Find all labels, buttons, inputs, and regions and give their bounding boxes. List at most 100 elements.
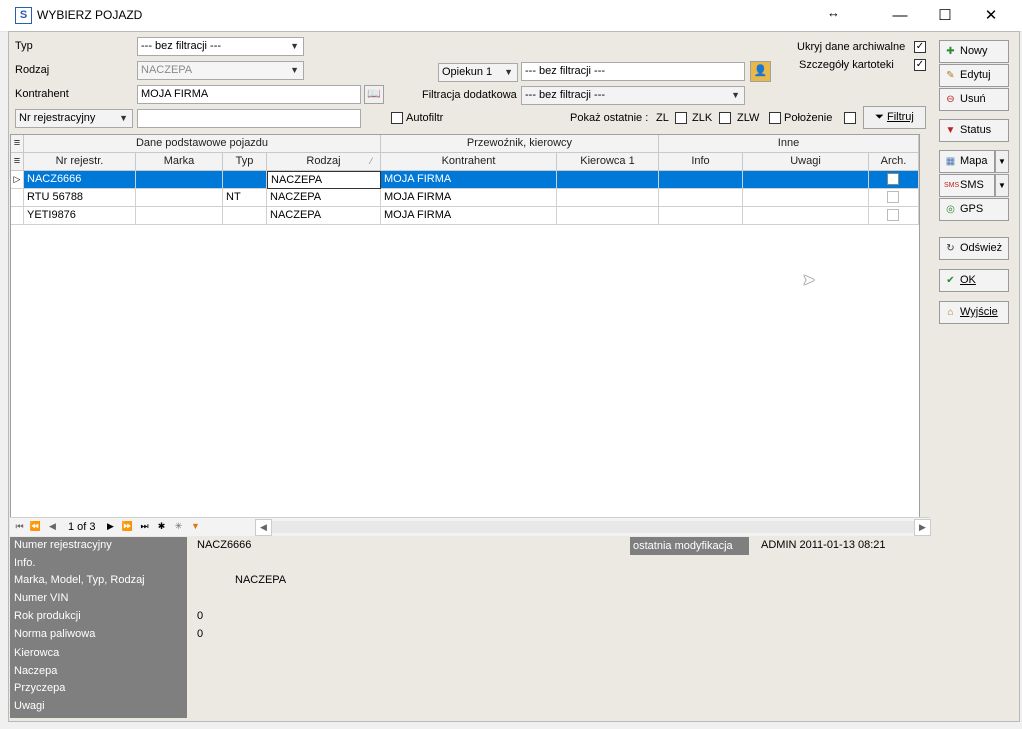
sms-dropdown-button[interactable]: ▼ [995, 174, 1009, 197]
table-cell[interactable] [743, 207, 869, 225]
mapa-dropdown-button[interactable]: ▼ [995, 150, 1009, 173]
maximize-button[interactable]: ☐ [922, 0, 968, 31]
table-row[interactable]: NACZ6666 [24, 171, 136, 189]
zl-checkbox[interactable] [675, 112, 687, 124]
typ-select-value: --- bez filtracji --- [141, 40, 222, 52]
gps-icon: ◎ [946, 204, 955, 215]
sms-button[interactable]: SMS SMS [939, 174, 995, 197]
table-cell[interactable]: MOJA FIRMA [381, 207, 557, 225]
polozenie-checkbox[interactable] [769, 112, 781, 124]
gps-button[interactable]: ◎ GPS [939, 198, 1009, 221]
table-cell[interactable] [136, 171, 223, 189]
nowy-button[interactable]: ✚ Nowy [939, 40, 1009, 63]
autofiltr-checkbox[interactable] [391, 112, 403, 124]
detail-label-przyczepa: Przyczepa [14, 682, 66, 694]
column-header-marka[interactable]: Marka [136, 153, 223, 171]
book-icon[interactable]: 📖 [364, 85, 384, 104]
odswiez-button[interactable]: ↻ Odśwież [939, 237, 1009, 260]
column-header-typ[interactable]: Typ [223, 153, 267, 171]
edytuj-label: Edytuj [960, 69, 991, 81]
next-page-icon[interactable]: ⏩ [120, 519, 135, 534]
pokaz-label: Pokaż ostatnie : [570, 112, 649, 124]
table-cell[interactable] [659, 171, 743, 189]
minimize-button[interactable]: — [877, 0, 923, 31]
horizontal-scrollbar[interactable] [272, 521, 914, 533]
table-row[interactable]: YETI9876 [24, 207, 136, 225]
szczegoly-label: Szczegóły kartoteki [799, 59, 894, 71]
chevron-down-icon: ▼ [290, 41, 299, 51]
next-record-icon[interactable]: ▶ [103, 519, 118, 534]
table-cell[interactable] [659, 207, 743, 225]
table-row[interactable]: RTU 56788 [24, 189, 136, 207]
prev-page-icon[interactable]: ⏪ [28, 519, 43, 534]
search-input[interactable] [137, 109, 361, 128]
ok-button[interactable]: ✔ OK [939, 269, 1009, 292]
mapa-label: Mapa [960, 155, 988, 167]
ok-label: OK [960, 274, 976, 286]
table-cell[interactable]: NACZEPA [267, 189, 381, 207]
delete-record-icon[interactable]: ✳ [171, 519, 186, 534]
table-cell[interactable] [869, 171, 919, 189]
status-icon: ▼ [945, 125, 956, 136]
opiekun-select[interactable]: Opiekun 1 ▼ [438, 63, 518, 82]
edytuj-button[interactable]: ✎ Edytuj [939, 64, 1009, 87]
zlk-checkbox[interactable] [719, 112, 731, 124]
column-header-uwagi[interactable]: Uwagi [743, 153, 869, 171]
column-header-nr[interactable]: Nr rejestr. [24, 153, 136, 171]
table-cell-focused[interactable]: NACZEPA [267, 171, 381, 189]
typ-select[interactable]: --- bez filtracji --- ▼ [137, 37, 304, 56]
scroll-right-button[interactable]: ▶ [914, 519, 931, 536]
column-chooser-icon[interactable]: ≡ [11, 153, 24, 171]
table-cell[interactable] [659, 189, 743, 207]
status-button[interactable]: ▼ Status [939, 119, 1009, 142]
table-cell[interactable] [743, 171, 869, 189]
usun-button[interactable]: ⊖ Usuń [939, 88, 1009, 111]
filter-icon[interactable]: ▼ [188, 519, 203, 534]
arch-checkbox[interactable] [887, 173, 899, 185]
szczegoly-checkbox[interactable]: ✓ [914, 59, 926, 71]
column-header-arch[interactable]: Arch. [869, 153, 919, 171]
arch-checkbox[interactable] [887, 209, 899, 221]
arch-checkbox[interactable] [887, 191, 899, 203]
table-cell[interactable] [136, 207, 223, 225]
close-button[interactable]: ✕ [968, 0, 1014, 31]
column-header-rodzaj[interactable]: Rodzaj ⁄ [267, 153, 381, 171]
column-header-kontrahent[interactable]: Kontrahent [381, 153, 557, 171]
group-header-corner-icon[interactable]: ≡ [11, 135, 24, 153]
table-cell[interactable]: NT [223, 189, 267, 207]
table-cell[interactable] [557, 189, 659, 207]
filtruj-button[interactable]: ⏷ Filtruj [863, 106, 926, 129]
table-cell[interactable] [557, 207, 659, 225]
first-page-icon[interactable]: ⏮ [12, 519, 27, 534]
group-header-carrier: Przewoźnik, kierowcy [381, 135, 659, 153]
opiekun-filter-input[interactable]: --- bez filtracji --- [521, 62, 745, 81]
person-icon[interactable]: 👤 [750, 61, 771, 82]
extra-checkbox[interactable] [844, 112, 856, 124]
last-page-icon[interactable]: ⏭ [137, 519, 152, 534]
insert-icon[interactable]: ✱ [154, 519, 169, 534]
column-header-kierowca[interactable]: Kierowca 1 [557, 153, 659, 171]
table-cell[interactable] [223, 171, 267, 189]
table-cell[interactable] [557, 171, 659, 189]
table-cell[interactable] [136, 189, 223, 207]
table-cell[interactable] [869, 207, 919, 225]
vehicles-grid[interactable]: ≡ Dane podstawowe pojazdu Przewoźnik, ki… [10, 134, 920, 518]
rodzaj-select[interactable]: NACZEPA ▼ [137, 61, 304, 80]
search-field-select[interactable]: Nr rejestracyjny ▼ [15, 109, 133, 128]
mapa-button[interactable]: ▦ Mapa [939, 150, 995, 173]
table-cell[interactable]: NACZEPA [267, 207, 381, 225]
column-header-info[interactable]: Info [659, 153, 743, 171]
table-cell[interactable]: MOJA FIRMA [381, 189, 557, 207]
wyjscie-button[interactable]: ⌂ Wyjście [939, 301, 1009, 324]
title-bar[interactable]: S WYBIERZ POJAZD ↔ — ☐ ✕ [0, 0, 1022, 32]
kontrahent-input[interactable]: MOJA FIRMA [137, 85, 361, 104]
prev-record-icon[interactable]: ◀ [45, 519, 60, 534]
scroll-left-button[interactable]: ◀ [255, 519, 272, 536]
filtracja-select[interactable]: --- bez filtracji --- ▼ [521, 86, 745, 105]
table-cell[interactable] [223, 207, 267, 225]
ukryj-checkbox[interactable]: ✓ [914, 41, 926, 53]
sms-label: SMS [960, 179, 984, 191]
table-cell[interactable]: MOJA FIRMA [381, 171, 557, 189]
table-cell[interactable] [743, 189, 869, 207]
table-cell[interactable] [869, 189, 919, 207]
